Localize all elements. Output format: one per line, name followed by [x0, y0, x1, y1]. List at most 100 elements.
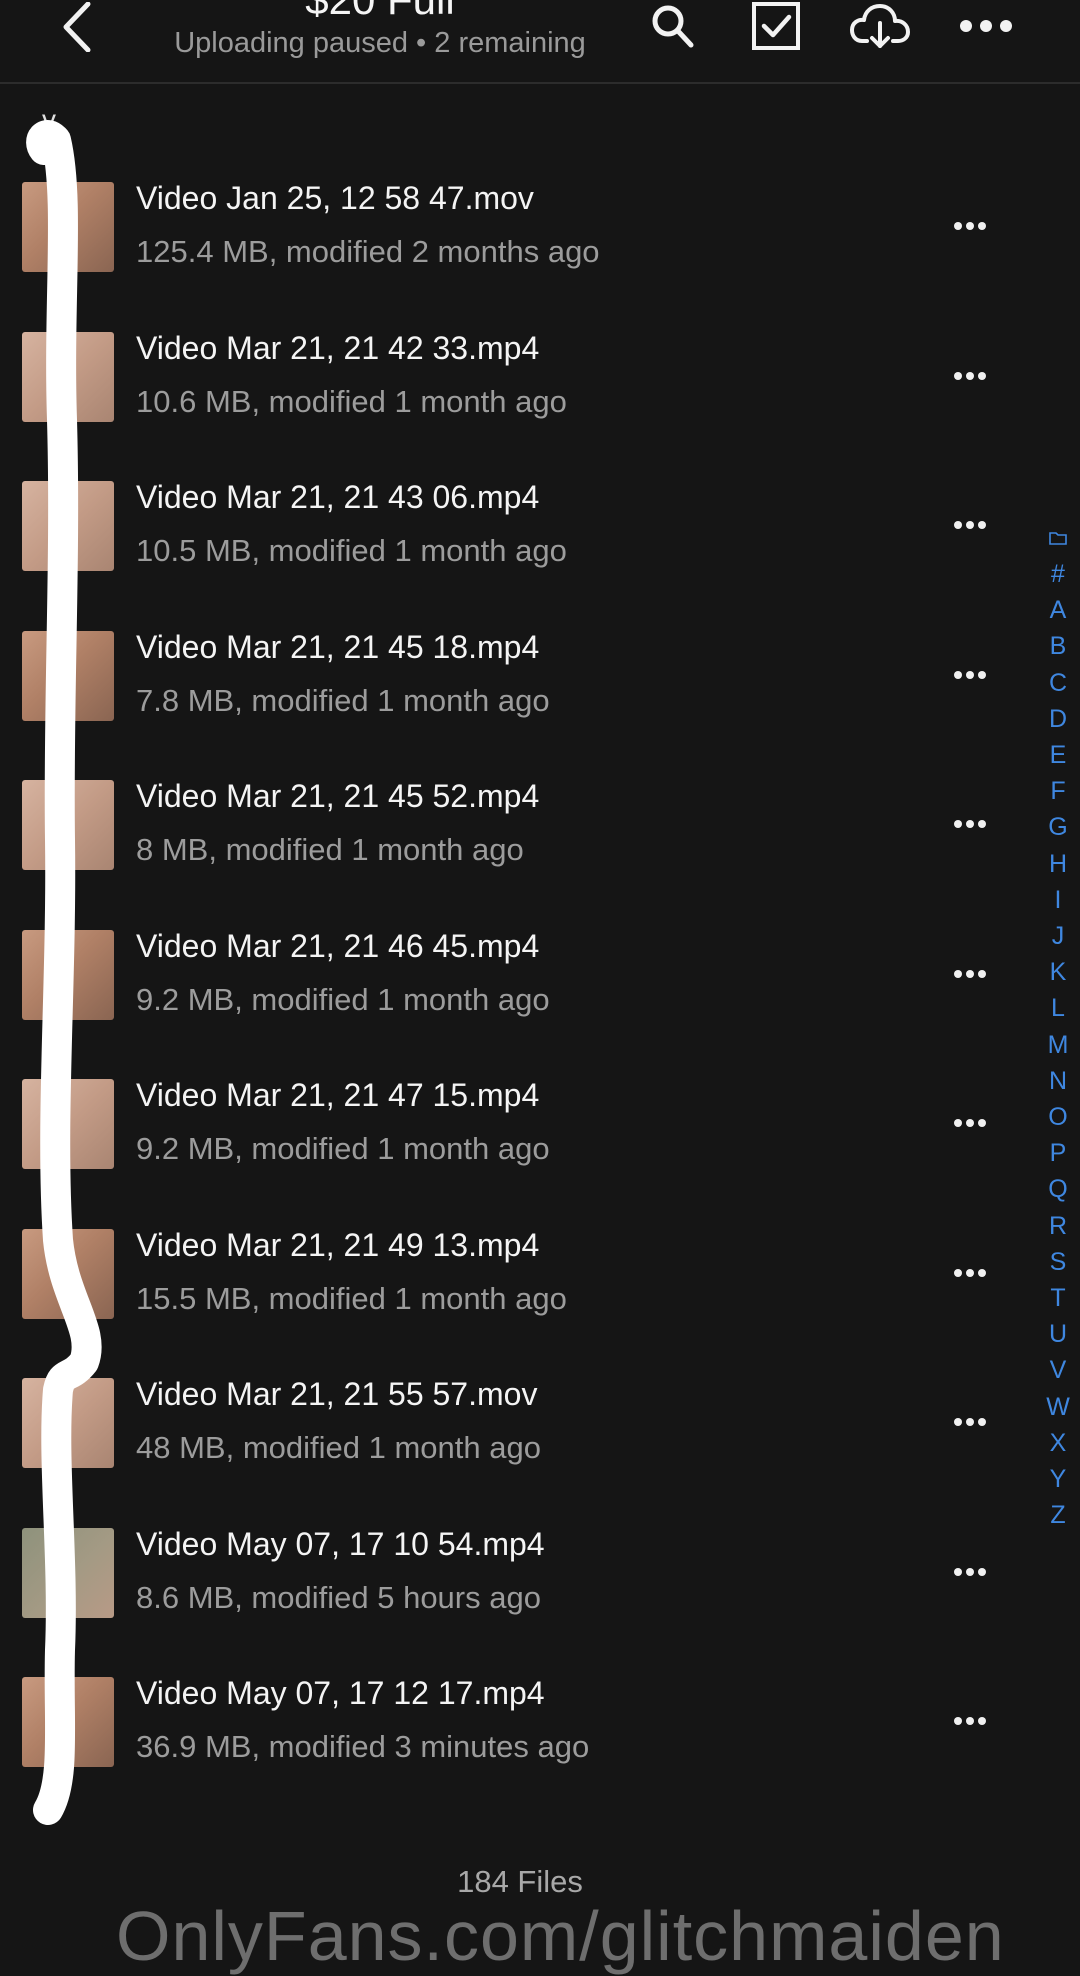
index-letter[interactable]: I — [1040, 882, 1076, 918]
file-name: Video Mar 21, 21 55 57.mov — [136, 1376, 538, 1412]
index-letter[interactable]: E — [1040, 737, 1076, 773]
folder-icon[interactable] — [1040, 520, 1076, 556]
title-block: $20 Full Uploading paused • 2 remaining — [120, 0, 640, 62]
index-letter[interactable]: K — [1040, 954, 1076, 990]
video-thumbnail — [22, 630, 114, 721]
file-meta: 7.8 MB, modified 1 month ago — [136, 682, 550, 718]
file-row[interactable]: Video May 07, 17 10 54.mp4 8.6 MB, modif… — [0, 1496, 1000, 1646]
row-more-button[interactable] — [948, 653, 992, 697]
more-horizontal-icon — [954, 1418, 986, 1426]
row-more-button[interactable] — [948, 354, 992, 398]
file-name: Video Mar 21, 21 45 18.mp4 — [136, 628, 540, 665]
more-horizontal-icon — [954, 1119, 986, 1127]
watermark: OnlyFans.com/glitchmaiden — [116, 1897, 1005, 1975]
index-letter[interactable]: B — [1040, 628, 1076, 664]
file-name: Video Mar 21, 21 46 45.mp4 — [136, 927, 540, 964]
index-letter[interactable]: W — [1040, 1389, 1076, 1425]
index-letter[interactable]: S — [1040, 1244, 1076, 1280]
download-button[interactable] — [848, 0, 912, 52]
file-name: Video May 07, 17 10 54.mp4 — [136, 1525, 545, 1562]
index-letter[interactable]: D — [1040, 701, 1076, 737]
more-horizontal-icon — [954, 222, 986, 230]
file-meta: 125.4 MB, modified 2 months ago — [136, 234, 600, 269]
index-letter[interactable]: N — [1040, 1063, 1076, 1099]
video-thumbnail — [22, 1079, 114, 1169]
row-more-button[interactable] — [948, 1400, 992, 1444]
file-name: Video Mar 21, 21 47 15.mp4 — [136, 1077, 540, 1113]
video-thumbnail — [22, 780, 114, 870]
row-more-button[interactable] — [948, 952, 992, 996]
file-meta: 36.9 MB, modified 3 minutes ago — [136, 1729, 590, 1764]
video-thumbnail — [22, 331, 114, 422]
folder-title: $20 Full — [120, 0, 640, 24]
index-letter[interactable]: L — [1040, 990, 1076, 1026]
file-meta: 48 MB, modified 1 month ago — [136, 1430, 541, 1465]
row-more-button[interactable] — [948, 1550, 992, 1594]
index-letter[interactable]: M — [1040, 1027, 1076, 1063]
index-letter[interactable]: R — [1040, 1208, 1076, 1244]
index-letter[interactable]: J — [1040, 918, 1076, 954]
file-row[interactable]: Video Mar 21, 21 43 06.mp4 10.5 MB, modi… — [0, 449, 1000, 599]
index-letter[interactable]: U — [1040, 1316, 1076, 1352]
file-row[interactable]: Video Mar 21, 21 47 15.mp4 9.2 MB, modif… — [0, 1047, 1000, 1197]
file-row[interactable]: Video Mar 21, 21 55 57.mov 48 MB, modifi… — [0, 1346, 1000, 1496]
file-row[interactable]: Video Jan 25, 12 58 47.mov 125.4 MB, mod… — [0, 150, 1000, 300]
row-more-button[interactable] — [948, 1251, 992, 1295]
checkbox-icon — [752, 2, 800, 50]
more-horizontal-icon — [954, 521, 986, 529]
back-button[interactable] — [50, 0, 104, 54]
search-button[interactable] — [644, 0, 700, 52]
more-horizontal-icon — [954, 1717, 986, 1725]
more-horizontal-icon — [954, 1268, 986, 1277]
video-thumbnail — [22, 481, 114, 571]
file-meta: 10.6 MB, modified 1 month ago — [136, 383, 567, 419]
index-letter[interactable]: G — [1040, 809, 1076, 845]
index-letter[interactable]: Y — [1040, 1461, 1076, 1497]
row-more-button[interactable] — [948, 1699, 992, 1743]
alphabet-index[interactable]: # A B C D E F G H I J K L M N O P Q R S … — [1040, 520, 1076, 1533]
file-name: Video Mar 21, 21 43 06.mp4 — [136, 479, 540, 515]
file-row[interactable]: Video Mar 21, 21 45 18.mp4 7.8 MB, modif… — [0, 599, 1000, 749]
file-name: Video Mar 21, 21 49 13.mp4 — [136, 1226, 540, 1263]
more-horizontal-icon — [954, 371, 986, 380]
index-letter[interactable]: T — [1040, 1280, 1076, 1316]
row-more-button[interactable] — [948, 1101, 992, 1145]
index-letter[interactable]: # — [1040, 556, 1076, 592]
file-count: 184 Files — [457, 1864, 583, 1899]
file-row[interactable]: Video Mar 21, 21 49 13.mp4 15.5 MB, modi… — [0, 1197, 1000, 1347]
index-letter[interactable]: F — [1040, 773, 1076, 809]
index-letter[interactable]: X — [1040, 1425, 1076, 1461]
video-thumbnail — [22, 1378, 114, 1468]
more-horizontal-icon — [954, 670, 986, 679]
video-thumbnail — [22, 1228, 114, 1319]
index-letter[interactable]: O — [1040, 1099, 1076, 1135]
row-more-button[interactable] — [948, 204, 992, 248]
index-letter[interactable]: V — [1040, 1352, 1076, 1388]
video-thumbnail — [22, 1527, 114, 1618]
index-letter[interactable]: P — [1040, 1135, 1076, 1171]
file-meta: 10.5 MB, modified 1 month ago — [136, 533, 567, 568]
index-letter[interactable]: H — [1040, 846, 1076, 882]
file-name: Video May 07, 17 12 17.mp4 — [136, 1675, 545, 1711]
more-options-button[interactable] — [954, 0, 1018, 52]
row-more-button[interactable] — [948, 802, 992, 846]
cloud-download-icon — [850, 4, 910, 48]
file-list: Video Jan 25, 12 58 47.mov 125.4 MB, mod… — [0, 150, 1000, 1795]
file-name: Video Mar 21, 21 42 33.mp4 — [136, 329, 540, 366]
index-letter[interactable]: C — [1040, 665, 1076, 701]
file-row[interactable]: Video Mar 21, 21 45 52.mp4 8 MB, modifie… — [0, 748, 1000, 898]
index-letter[interactable]: Q — [1040, 1171, 1076, 1207]
select-button[interactable] — [748, 0, 804, 52]
file-meta: 8 MB, modified 1 month ago — [136, 832, 524, 867]
header-bar: $20 Full Uploading paused • 2 remaining — [0, 0, 1080, 84]
file-row[interactable]: Video Mar 21, 21 46 45.mp4 9.2 MB, modif… — [0, 898, 1000, 1048]
search-icon — [652, 5, 694, 48]
index-letter[interactable]: Z — [1040, 1497, 1076, 1533]
file-row[interactable]: Video May 07, 17 12 17.mp4 36.9 MB, modi… — [0, 1645, 1000, 1795]
index-letter[interactable]: A — [1040, 592, 1076, 628]
more-horizontal-icon — [954, 820, 986, 828]
file-meta: 9.2 MB, modified 1 month ago — [136, 1131, 550, 1166]
row-more-button[interactable] — [948, 503, 992, 547]
more-horizontal-icon — [954, 1567, 986, 1576]
file-row[interactable]: Video Mar 21, 21 42 33.mp4 10.6 MB, modi… — [0, 300, 1000, 450]
